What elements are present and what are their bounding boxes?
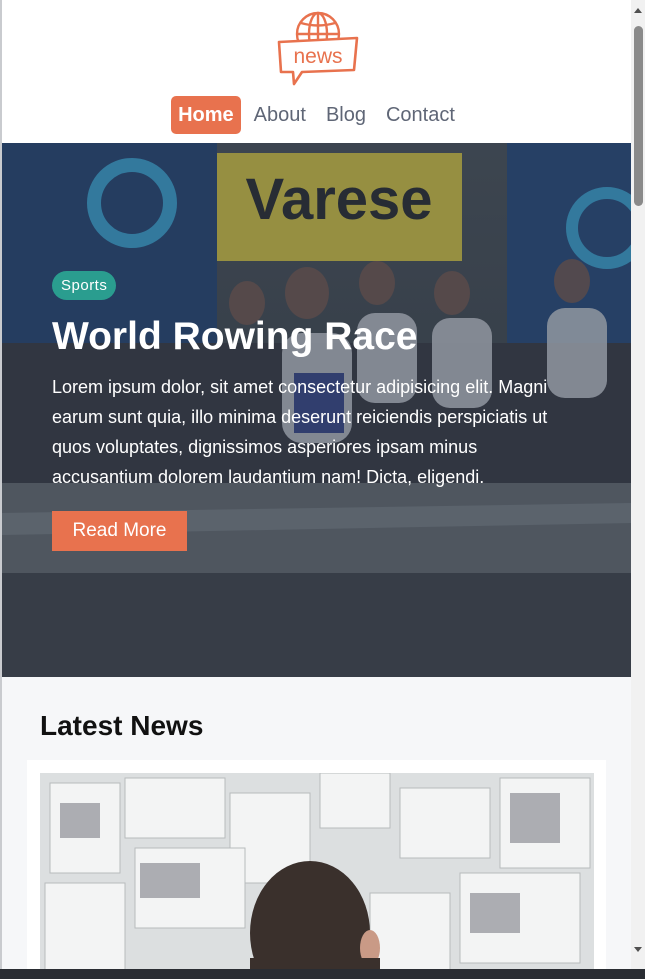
nav-about[interactable]: About (247, 96, 313, 134)
latest-news-heading: Latest News (40, 710, 204, 741)
nav-home[interactable]: Home (171, 96, 241, 134)
hero-content: Sports World Rowing Race Lorem ipsum dol… (52, 271, 592, 510)
nav-blog[interactable]: Blog (319, 96, 373, 134)
scrollbar-thumb[interactable] (634, 26, 643, 206)
hero-title: World Rowing Race (52, 315, 418, 358)
logo-text: news (293, 45, 342, 68)
nav-contact[interactable]: Contact (379, 96, 462, 134)
workspace-photo (40, 773, 594, 979)
main-nav: Home About Blog Contact (2, 96, 631, 134)
site-header: news Home About Blog Contact (2, 0, 631, 143)
hero-section: Varese Sports World Rowing Race Lorem ip… (2, 143, 631, 677)
category-badge[interactable]: Sports (52, 271, 117, 300)
taskbar-edge (0, 969, 645, 979)
scroll-down-arrow-icon[interactable] (634, 947, 642, 952)
scroll-up-arrow-icon[interactable] (634, 8, 642, 13)
news-card[interactable] (27, 760, 606, 979)
news-logo[interactable]: news (276, 10, 360, 86)
vertical-scrollbar[interactable] (631, 0, 645, 969)
news-card-image[interactable] (40, 773, 594, 979)
read-more-button[interactable]: Read More (52, 511, 187, 551)
hero-description: Lorem ipsum dolor, sit amet consectetur … (52, 377, 548, 487)
